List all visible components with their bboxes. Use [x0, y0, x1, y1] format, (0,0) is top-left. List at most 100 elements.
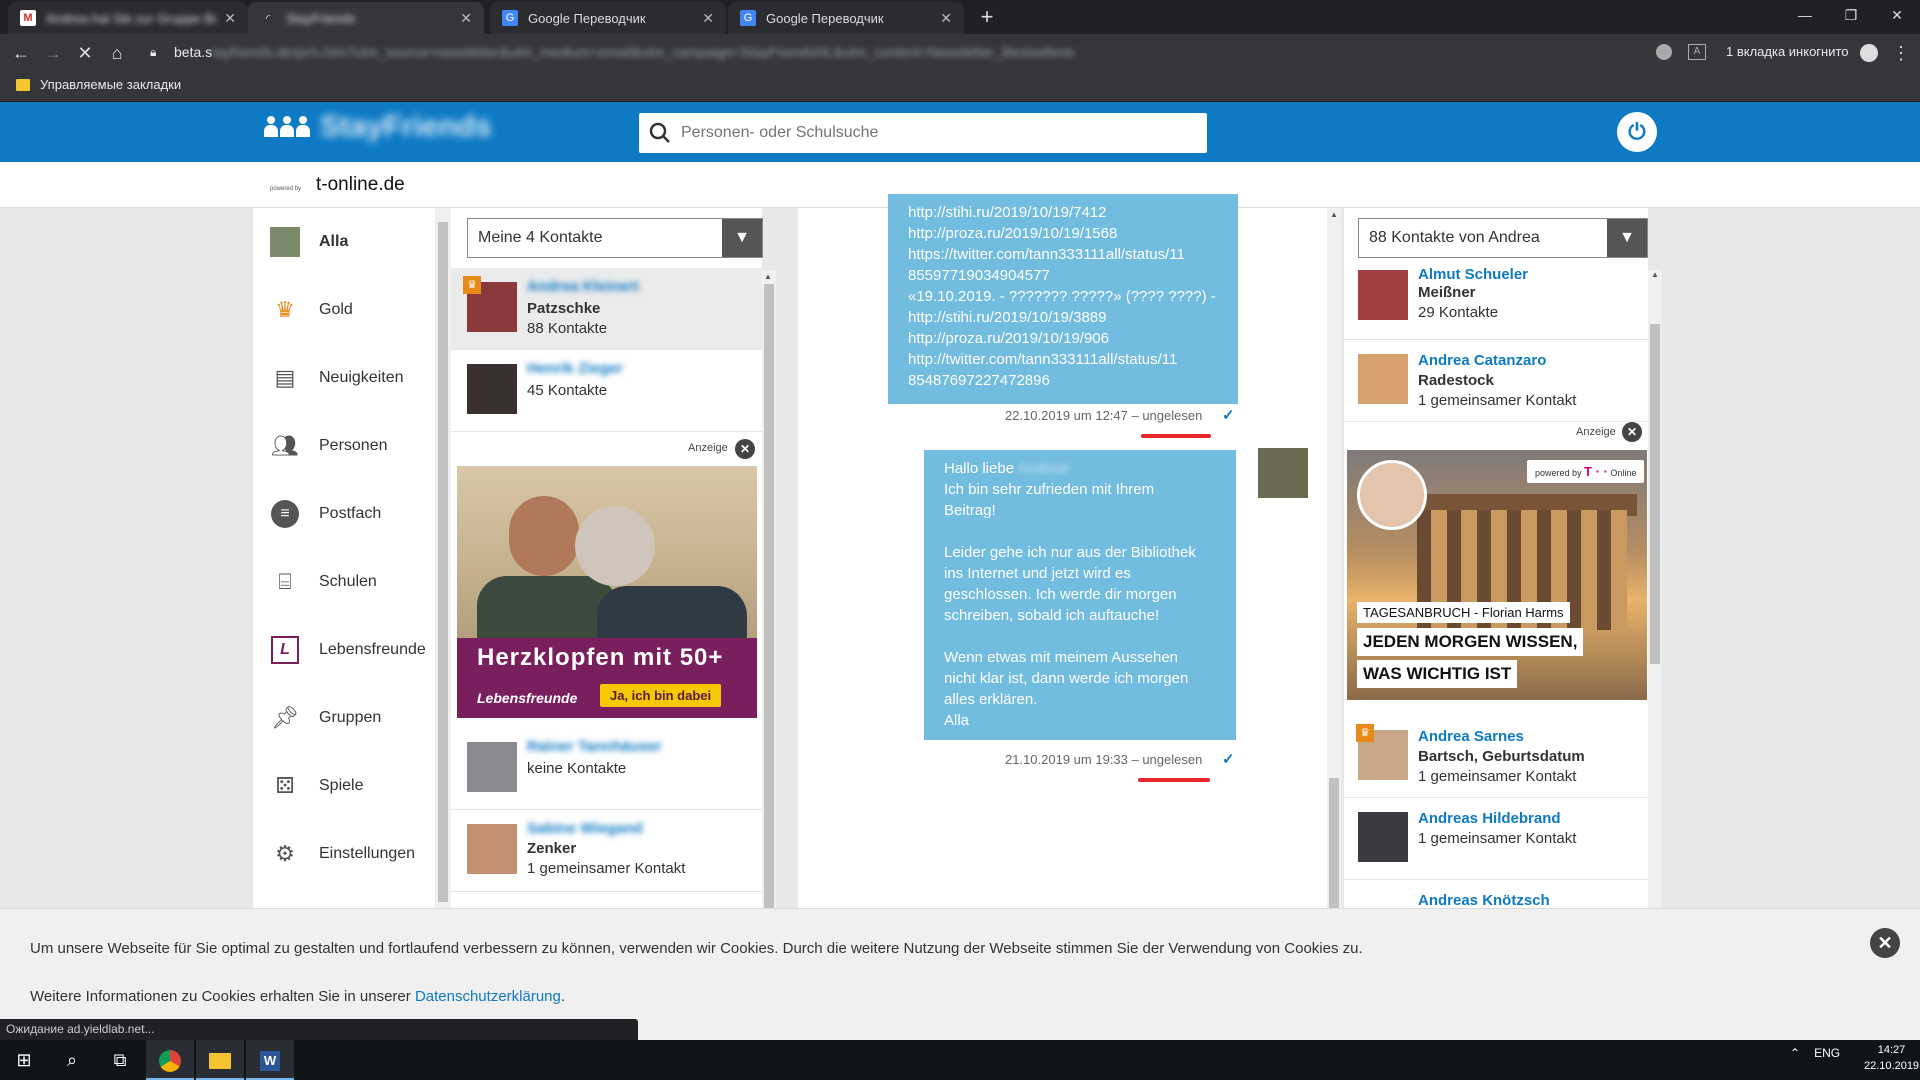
chevron-down-icon[interactable]: ▼	[1607, 219, 1647, 257]
contact-item[interactable]: Andrea Catanzaro Radestock 1 gemeinsamer…	[1344, 340, 1648, 422]
taskbar-clock[interactable]: 14:27 22.10.2019	[1864, 1042, 1919, 1074]
chevron-down-icon[interactable]: ▼	[722, 219, 762, 257]
sidebar-scrollbar[interactable]	[435, 208, 451, 908]
tray-expand-icon[interactable]: ⌃	[1790, 1046, 1800, 1060]
contact-name[interactable]: Andrea Catanzaro	[1418, 352, 1546, 369]
message-bubble-sent[interactable]: Hallo liebe Andrea! Ich bin sehr zufried…	[924, 450, 1236, 740]
contact-item[interactable]: Andreas Hildebrand 1 gemeinsamer Kontakt	[1344, 798, 1648, 880]
contact-name[interactable]: Rainer Tannhäuser	[527, 738, 662, 755]
sidebar-item-games[interactable]: ⚄ Spiele	[253, 752, 435, 820]
t-online-ad[interactable]: powered by T · · Online TAGESANBRUCH - F…	[1347, 450, 1647, 700]
back-arrow-icon[interactable]: ←	[8, 40, 34, 66]
scrollbar-thumb[interactable]	[1650, 324, 1660, 664]
sidebar-item-gold[interactable]: ♛ Gold	[253, 276, 435, 344]
close-ad-icon[interactable]: ✕	[735, 439, 755, 459]
contact-name[interactable]: Andreas Knötzsch	[1418, 892, 1550, 909]
contact-name[interactable]: Andrea Kleinert	[527, 278, 639, 295]
scroll-up-arrow-icon[interactable]: ▲	[764, 272, 772, 281]
stop-loading-icon[interactable]: ✕	[72, 40, 98, 66]
contact-name[interactable]: Sabine Wiegand	[527, 820, 643, 837]
search-input[interactable]	[681, 124, 1181, 142]
message-line: Leider gehe ich nur aus der Bibliothek	[944, 544, 1196, 561]
contact-item[interactable]: Almut Schueler Meißner 29 Kontakte	[1344, 266, 1648, 340]
sidebar-item-profile[interactable]: Alla	[253, 208, 435, 276]
sender-avatar[interactable]	[1258, 448, 1308, 498]
friend-contacts-dropdown[interactable]: 88 Kontakte von Andrea ▼	[1358, 218, 1648, 258]
t-online-logo[interactable]: t-online.de	[316, 174, 405, 196]
forward-arrow-icon[interactable]: →	[40, 40, 66, 66]
incognito-indicator[interactable]: 1 вкладка инкогнито	[1726, 40, 1879, 64]
translate-page-icon[interactable]: A	[1688, 44, 1706, 60]
menu-dots-icon[interactable]: ⋮	[1888, 40, 1914, 66]
cookie-info-text: Weitere Informationen zu Cookies erhalte…	[30, 988, 415, 1005]
close-window-icon[interactable]: ✕	[1874, 0, 1920, 30]
search-box[interactable]	[639, 113, 1207, 153]
contact-name[interactable]: Andreas Hildebrand	[1418, 810, 1561, 827]
sidebar-item-groups[interactable]: 📌︎ Gruppen	[253, 684, 435, 752]
contacts-scrollbar[interactable]	[762, 270, 776, 910]
contact-item[interactable]: Rainer Tannhäuser keine Kontakte	[451, 728, 762, 810]
bookmark-folder-managed[interactable]: Управляемые закладки	[16, 77, 181, 92]
chat-scrollbar[interactable]	[1327, 208, 1341, 908]
sidebar-item-news[interactable]: ▤ Neuigkeiten	[253, 344, 435, 412]
loading-icon: ◜	[265, 12, 271, 25]
contact-name[interactable]: Henrik Zieger	[527, 360, 623, 377]
windows-start-icon[interactable]: ⊞	[0, 1040, 48, 1080]
scrollbar-thumb[interactable]	[438, 222, 448, 902]
contact-count: keine Kontakte	[527, 760, 627, 777]
google-translate-icon: G	[502, 10, 518, 26]
contact-item[interactable]: Henrik Zieger 45 Kontakte	[451, 350, 762, 432]
sidebar-item-schools[interactable]: ⌸ Schulen	[253, 548, 435, 616]
message-bubble-sent[interactable]: http://stihi.ru/2019/10/19/7412 http://pr…	[888, 194, 1238, 404]
contact-item[interactable]: Andreas Knötzsch	[1344, 880, 1648, 909]
logout-power-button[interactable]: ⏻	[1617, 112, 1657, 152]
browser-tab-translate-1[interactable]: G Google Переводчик ✕	[490, 2, 726, 34]
close-ad-icon[interactable]: ✕	[1622, 422, 1642, 442]
sidebar-item-lebensfreunde[interactable]: L Lebensfreunde	[253, 616, 435, 684]
minimize-window-icon[interactable]: —	[1782, 0, 1828, 30]
chrome-taskbar-icon[interactable]	[146, 1040, 194, 1080]
close-tab-icon[interactable]: ✕	[224, 10, 236, 27]
scrollbar-thumb[interactable]	[764, 284, 774, 908]
contact-count: 1 gemeinsamer Kontakt	[1418, 768, 1577, 785]
ad-cta-button[interactable]: Ja, ich bin dabei	[600, 684, 722, 707]
search-icon[interactable]: ⌕	[48, 1040, 96, 1080]
close-tab-icon[interactable]: ✕	[940, 10, 952, 27]
lebensfreunde-ad[interactable]: Herzklopfen mit 50+ Lebensfreunde Ja, ic…	[457, 466, 757, 718]
contact-item[interactable]: ♛ Andrea Kleinert Patzschke 88 Kontakte	[451, 268, 762, 350]
unread-marker	[1138, 778, 1210, 782]
sidebar-item-mailbox[interactable]: ≡ Postfach	[253, 480, 435, 548]
contact-item[interactable]: Sabine Wiegand Zenker 1 gemeinsamer Kont…	[451, 810, 762, 892]
file-explorer-icon[interactable]	[196, 1040, 244, 1080]
stayfriends-logo[interactable]: StayFriends	[264, 110, 492, 144]
close-cookie-banner-icon[interactable]: ✕	[1870, 928, 1900, 958]
browser-tab-stayfriends[interactable]: ◜ StayFriends ✕	[248, 2, 484, 34]
restore-window-icon[interactable]: ❐	[1828, 0, 1874, 30]
sidebar-item-settings[interactable]: ⚙ Einstellungen	[253, 820, 435, 888]
scrollbar-thumb[interactable]	[1329, 778, 1339, 908]
scroll-up-arrow-icon[interactable]: ▲	[1330, 210, 1338, 219]
scroll-up-arrow-icon[interactable]: ▲	[1651, 270, 1659, 279]
contact-name[interactable]: Almut Schueler	[1418, 266, 1528, 283]
my-contacts-dropdown[interactable]: Meine 4 Kontakte ▼	[467, 218, 763, 258]
contact-name[interactable]: Andrea Sarnes	[1418, 728, 1524, 745]
close-tab-icon[interactable]: ✕	[702, 10, 714, 27]
language-indicator[interactable]: ENG	[1814, 1046, 1840, 1060]
right-scrollbar[interactable]	[1648, 270, 1662, 910]
close-tab-icon[interactable]: ✕	[460, 10, 472, 27]
sidebar-item-label: Schulen	[319, 573, 377, 590]
new-tab-plus-icon[interactable]: +	[974, 4, 1000, 30]
address-bar[interactable]: 🔒︎ beta.stayfriends.de/pr/s.htm?utm_sour…	[140, 38, 1670, 66]
home-icon[interactable]: ⌂	[104, 40, 130, 66]
word-icon[interactable]: W	[246, 1040, 294, 1080]
task-view-icon[interactable]: ⧉	[96, 1040, 144, 1080]
sidebar-item-people[interactable]: 👥︎ Personen	[253, 412, 435, 480]
browser-tab-translate-2[interactable]: G Google Переводчик ✕	[728, 2, 964, 34]
sidebar-item-label: Einstellungen	[319, 845, 416, 862]
contact-count: 29 Kontakte	[1418, 304, 1499, 321]
privacy-policy-link[interactable]: Datenschutzerklärung	[415, 988, 561, 1005]
browser-tab-gmail[interactable]: M Andrea hat Sie zur Gruppe Beiu... ✕	[8, 2, 248, 34]
contact-item[interactable]: ♛ Andrea Sarnes Bartsch, Geburtsdatum 1 …	[1344, 716, 1648, 798]
news-icon: ▤	[274, 365, 296, 390]
blocked-content-icon[interactable]	[1656, 44, 1672, 60]
